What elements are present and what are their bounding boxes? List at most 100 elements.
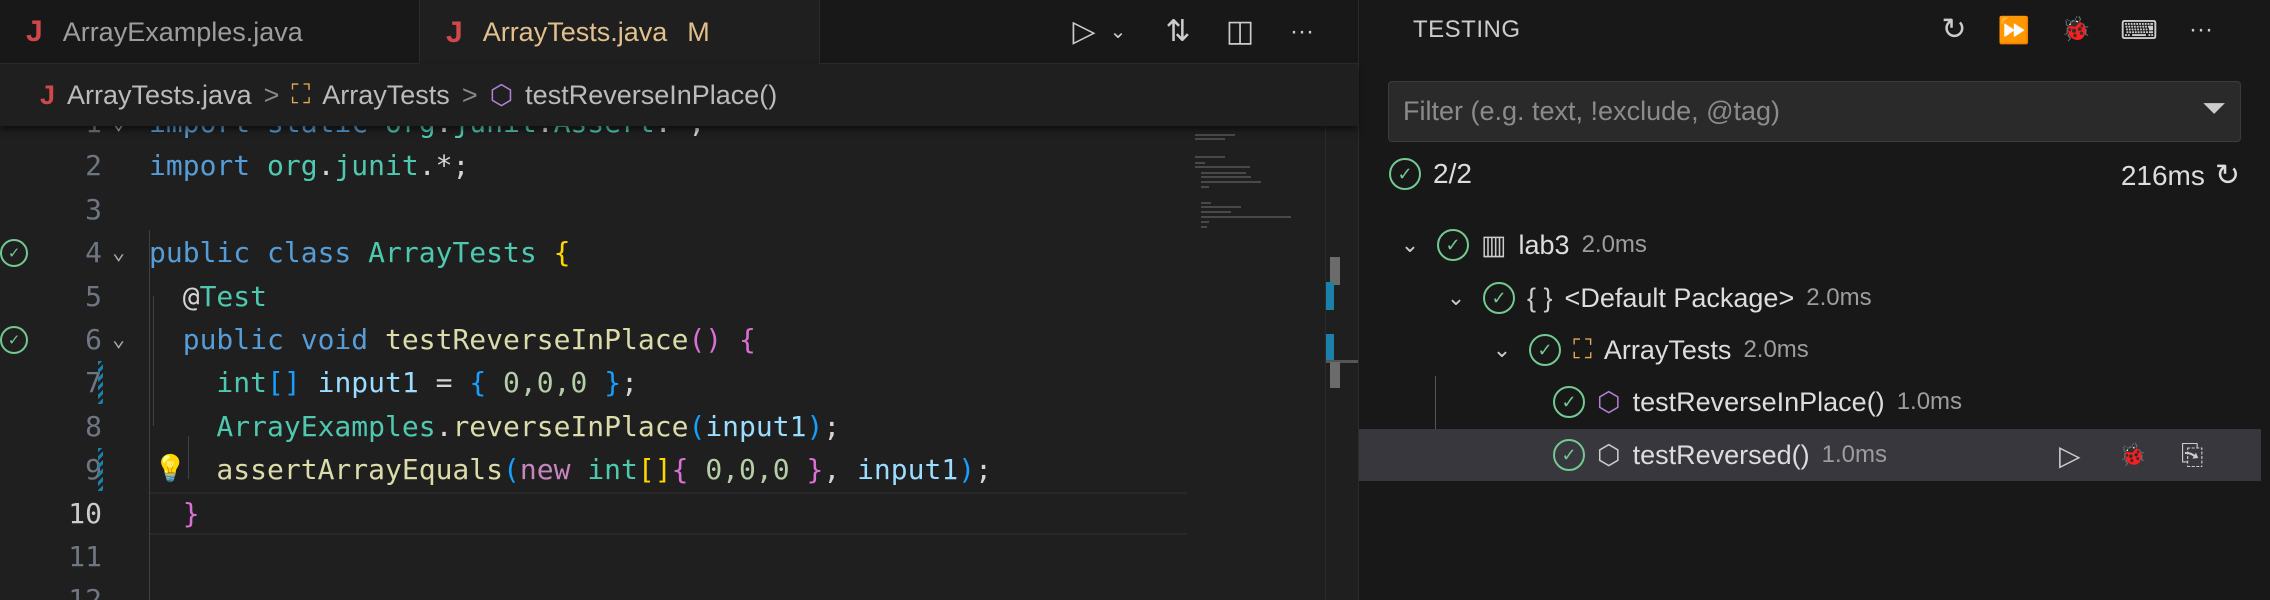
filter-input-box[interactable]: ⏷ (1388, 81, 2241, 142)
method-icon: ⬡ (489, 79, 514, 110)
run-dropdown-icon[interactable]: ⌄ (1100, 14, 1136, 50)
chevron-down-icon[interactable]: ⌄ (1395, 232, 1425, 258)
chevron-down-icon[interactable]: ⌄ (1441, 285, 1471, 311)
go-to-test-icon[interactable]: ⎘ (2181, 439, 2203, 472)
minimap[interactable] (1187, 126, 1325, 600)
method-icon: ⬡ (1597, 386, 1621, 417)
class-icon: ⛶ (291, 79, 311, 109)
compare-changes-icon[interactable]: ⇅ (1160, 14, 1196, 50)
tab-array-examples[interactable]: J ArrayExamples.java (0, 0, 420, 64)
line-number: 7 (85, 366, 102, 400)
minimap-line (1201, 216, 1291, 218)
rerun-icon[interactable]: ↻ (2215, 158, 2240, 193)
line-number: 11 (68, 540, 102, 573)
test-tree-item[interactable]: ⌄ ✓ { } <Default Package> 2.0ms (1359, 272, 2270, 324)
project-icon: ▥ (1481, 229, 1507, 260)
minimap-line (1195, 156, 1225, 158)
tab-label: ArrayTests.java (482, 17, 668, 47)
code-line[interactable]: 10 } (0, 491, 1187, 535)
code-token: input1 (705, 409, 807, 443)
code-token: { (739, 323, 756, 356)
code-token: @ (149, 279, 200, 313)
passed-icon: ✓ (1389, 158, 1421, 190)
more-actions-icon[interactable]: ··· (1284, 14, 1320, 50)
test-passed-icon[interactable]: ✓ (0, 326, 28, 354)
line-number: 2 (85, 149, 102, 183)
fold-chevron-icon[interactable]: ⌄ (112, 126, 125, 144)
line-number: 4 (85, 236, 102, 270)
filter-input[interactable] (1403, 82, 2163, 141)
code-line[interactable]: 7 int[] input1 = { 0,0,0 }; (0, 361, 1187, 405)
code-token: [] (637, 453, 672, 487)
code-token: reverseInPlace (452, 409, 689, 443)
run-all-tests-icon[interactable]: ⏩ (1994, 10, 2034, 50)
test-label: <Default Package> (1564, 282, 1795, 313)
minimap-line (1201, 226, 1207, 228)
modified-line-marker (98, 361, 103, 405)
package-icon: { } (1527, 282, 1553, 313)
code-text: } (149, 492, 200, 535)
more-actions-icon[interactable]: ··· (2181, 10, 2221, 50)
line-number: 9 (85, 453, 102, 487)
passed-icon: ✓ (1437, 229, 1469, 261)
test-tree-item[interactable]: ✓ ⬡ testReversed() 1.0ms ▷ 🐞 ⎘ (1359, 429, 2261, 481)
code-token: { (553, 236, 571, 270)
editor-scrollbar[interactable] (1325, 126, 1359, 600)
minimap-line (1201, 181, 1261, 183)
code-line[interactable]: 4 ✓ ⌄ public class ArrayTests { (0, 231, 1187, 274)
code-text: import org.junit.*; (149, 144, 469, 187)
breadcrumb-file[interactable]: ArrayTests.java (67, 80, 252, 111)
line-number: 12 (68, 583, 102, 600)
debug-test-icon[interactable]: 🐞 (2119, 442, 2146, 468)
fold-chevron-icon[interactable]: ⌄ (112, 318, 125, 361)
test-duration: 1.0ms (1896, 388, 1963, 415)
run-test-icon[interactable]: ▷ (2059, 439, 2081, 472)
code-token: org (267, 149, 318, 183)
test-label: lab3 (1518, 229, 1570, 260)
test-duration: 216ms ↻ (2121, 158, 2240, 193)
breadcrumb: J ArrayTests.java > ⛶ ArrayTests > ⬡ tes… (0, 64, 1358, 126)
code-area[interactable]: 1 ⌄ import static org.junit.Assert.*; 2 impo… (0, 126, 1187, 600)
passed-icon: ✓ (1529, 334, 1561, 366)
test-label: ArrayTests (1603, 334, 1732, 365)
code-token: public class (149, 236, 369, 270)
code-line[interactable]: 11 (0, 535, 1187, 578)
code-line[interactable]: 1 ⌄ import static org.junit.Assert.*; (0, 126, 1187, 144)
chevron-down-icon[interactable]: ⌄ (1487, 337, 1517, 363)
code-token: . (317, 149, 335, 183)
code-line[interactable]: 2 import org.junit.*; (0, 144, 1187, 187)
method-icon: ⬡ (1597, 439, 1621, 470)
test-duration: 2.0ms (1581, 231, 1647, 258)
test-tree-item[interactable]: ⌄ ✓ ⛶ ArrayTests 2.0ms (1359, 324, 2270, 376)
passed-icon: ✓ (1553, 439, 1585, 471)
refresh-tests-icon[interactable]: ↻ (1934, 10, 1974, 50)
breadcrumb-method[interactable]: testReverseInPlace() (525, 80, 777, 111)
indent-guide (153, 296, 154, 426)
code-line[interactable]: 9 💡 assertArrayEquals(new int[]{ 0,0,0 },… (0, 448, 1187, 492)
breadcrumb-class[interactable]: ArrayTests (322, 80, 450, 111)
test-passed-icon[interactable]: ✓ (0, 239, 28, 268)
code-line[interactable]: 8 ArrayExamples.reverseInPlace(input1); (0, 405, 1187, 448)
code-line[interactable]: 12 (0, 578, 1187, 600)
code-line[interactable]: 3 (0, 188, 1187, 231)
run-icon[interactable]: ▷ (1066, 14, 1102, 50)
tab-array-tests[interactable]: J ArrayTests.java M (420, 0, 820, 65)
filter-icon[interactable]: ⏷ (2202, 92, 2226, 126)
fold-chevron-icon[interactable]: ⌄ (112, 231, 125, 274)
split-editor-icon[interactable]: ◫ (1222, 14, 1258, 50)
line-number: 1 (40, 126, 102, 144)
code-token: ) (806, 409, 824, 443)
code-line[interactable]: 5 @Test (0, 275, 1187, 318)
code-token: ( (503, 453, 520, 487)
code-token: , (823, 453, 858, 487)
debug-all-tests-icon[interactable]: 🐞 (2056, 10, 2096, 50)
terminal-icon[interactable]: ⌨ (2119, 10, 2159, 50)
code-token: ; (823, 409, 841, 443)
test-duration: 1.0ms (1821, 441, 1887, 468)
code-token: ArrayExamples (149, 409, 436, 443)
test-tree-item[interactable]: ✓ ⬡ testReverseInPlace() 1.0ms (1359, 376, 2270, 428)
code-text: import static org.junit.Assert.*; (149, 126, 705, 144)
test-tree-item[interactable]: ⌄ ✓ ▥ lab3 2.0ms (1359, 219, 2270, 271)
tab-bar: J ArrayExamples.java J ArrayTests.java M… (0, 0, 1358, 65)
code-line[interactable]: 6 ✓ ⌄ public void testReverseInPlace() { (0, 318, 1187, 361)
